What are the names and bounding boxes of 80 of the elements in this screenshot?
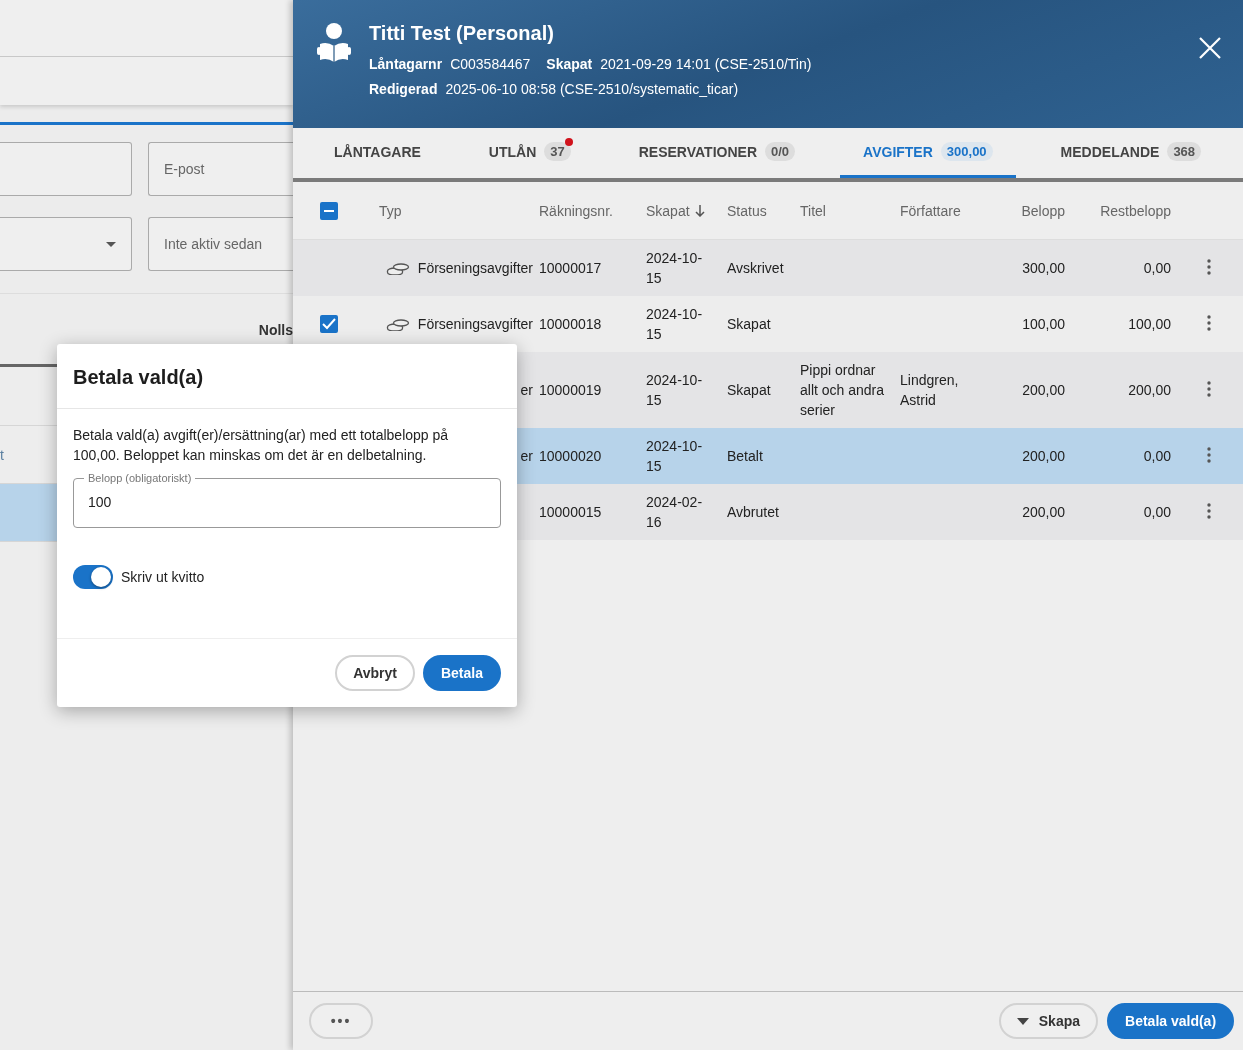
remaining-cell: 0,00 — [1143, 260, 1171, 276]
date-cell-text: 2024-10-15 — [646, 305, 704, 344]
column-header[interactable]: Status — [727, 202, 788, 219]
amount-cell: 300,00 — [1022, 260, 1065, 276]
author-cell-text: Lindgren, Astrid — [900, 371, 960, 410]
more-button[interactable]: ••• — [309, 1003, 373, 1039]
toggle-switch[interactable] — [73, 565, 113, 589]
column-label: Nolls — [258, 322, 293, 338]
caret-icon — [106, 241, 116, 247]
column-header[interactable]: Titel — [800, 202, 888, 219]
remaining-cell: 200,00 — [1128, 382, 1171, 398]
remaining-cell: 0,00 — [1143, 504, 1171, 520]
detail-value: 2021-09-29 14:01 (CSE-2510/Tin) — [600, 56, 812, 72]
dialog-message: Betala vald(a) avgift(er)/ersättning(ar) med ett totalbelopp på 100,00. Beloppet kan minskas om det är en delbetalning. — [73, 426, 450, 465]
count-badge: 300,00 — [940, 142, 993, 161]
amount-cell: 200,00 — [1022, 504, 1065, 520]
detail-value: C003584467 — [450, 56, 531, 72]
type-cell: Förseningsavgifter — [417, 260, 533, 276]
column-header[interactable]: Räkningsnr. — [539, 202, 634, 219]
status-cell: Skapat — [727, 382, 771, 398]
title-cell-text: Pippi ordnar allt och andra serier — [800, 361, 886, 420]
input-field[interactable]: Inte aktiv sedan — [148, 217, 293, 271]
column-header[interactable]: Skapat — [646, 202, 715, 219]
column-header[interactable]: Restbelopp — [1100, 202, 1171, 219]
pay-button[interactable]: Betala — [422, 655, 501, 691]
type-cell: er — [520, 382, 533, 398]
input-field[interactable] — [0, 142, 132, 196]
number-cell: 10000018 — [539, 316, 602, 332]
remaining-cell: 0,00 — [1143, 448, 1171, 464]
number-cell: 10000019 — [539, 382, 602, 398]
checkbox[interactable] — [320, 315, 338, 333]
fee-row[interactable]: Förseningsavgifter 10000017 2024-10-15 Avskrivet 300,00 0,00 — [293, 240, 1243, 296]
detail-label: Redigerad — [369, 81, 438, 97]
column-header[interactable]: Belopp — [1021, 202, 1065, 219]
tab[interactable]: AVGIFTER 300,00 — [840, 128, 1016, 178]
count-badge: 0/0 — [765, 142, 796, 161]
dropdown-field[interactable] — [0, 217, 132, 271]
column-header[interactable]: Författare — [900, 202, 987, 219]
date-cell-text: 2024-10-15 — [646, 249, 704, 288]
tab[interactable]: MEDDELANDE 368 — [1037, 128, 1225, 178]
detail-label: Låntagarnr — [369, 56, 443, 72]
caret-icon — [1016, 1017, 1029, 1025]
type-cell: er — [520, 448, 533, 464]
status-cell: Skapat — [727, 316, 771, 332]
select-all-checkbox[interactable] — [320, 201, 338, 220]
row-text: t — [0, 446, 4, 463]
number-cell: 10000015 — [539, 504, 602, 520]
detail-value: 2025-06-10 08:58 (CSE-2510/systematic_ticar) — [445, 81, 739, 97]
count-badge: 368 — [1167, 142, 1202, 161]
create-button[interactable]: Skapa — [998, 1003, 1099, 1039]
sort-arrow-icon — [694, 204, 705, 217]
tab[interactable]: LÅNTAGARE — [311, 128, 444, 178]
pay-selected-button[interactable]: Betala vald(a) — [1107, 1003, 1235, 1039]
status-cell: Avskrivet — [727, 260, 784, 276]
amount-cell: 100,00 — [1022, 316, 1065, 332]
date-cell-text: 2024-10-15 — [646, 371, 704, 410]
status-cell: Avbrutet — [727, 504, 779, 520]
borrower-name: Titti Test (Personal) — [369, 22, 555, 45]
type-cell: Förseningsavgifter — [417, 316, 533, 332]
date-cell-text: 2024-02-16 — [646, 493, 704, 532]
amount-cell: 200,00 — [1022, 382, 1065, 398]
check-icon — [322, 318, 336, 330]
number-cell: 10000017 — [539, 260, 602, 276]
field-label: Belopp (obligatoriskt) — [87, 472, 193, 484]
detail-label: Skapat — [546, 56, 593, 72]
reader-icon — [317, 22, 353, 62]
status-cell: Betalt — [727, 448, 763, 464]
amount-field[interactable]: Belopp (obligatoriskt) 100 — [73, 472, 501, 528]
column-header[interactable]: Typ — [379, 202, 527, 219]
input-field[interactable]: E-post — [148, 142, 293, 196]
amount-cell: 200,00 — [1022, 448, 1065, 464]
tab[interactable]: RESERVATIONER 0/0 — [615, 128, 819, 178]
date-cell-text: 2024-10-15 — [646, 437, 704, 476]
tab[interactable]: UTLÅN 37 — [465, 128, 594, 178]
cancel-button[interactable]: Avbryt — [335, 655, 415, 691]
number-cell: 10000020 — [539, 448, 602, 464]
amount-input[interactable]: 100 — [88, 493, 486, 510]
toggle-label: Skriv ut kvitto — [121, 569, 205, 585]
dialog-title: Betala vald(a) — [73, 366, 204, 388]
remaining-cell: 100,00 — [1128, 316, 1171, 332]
